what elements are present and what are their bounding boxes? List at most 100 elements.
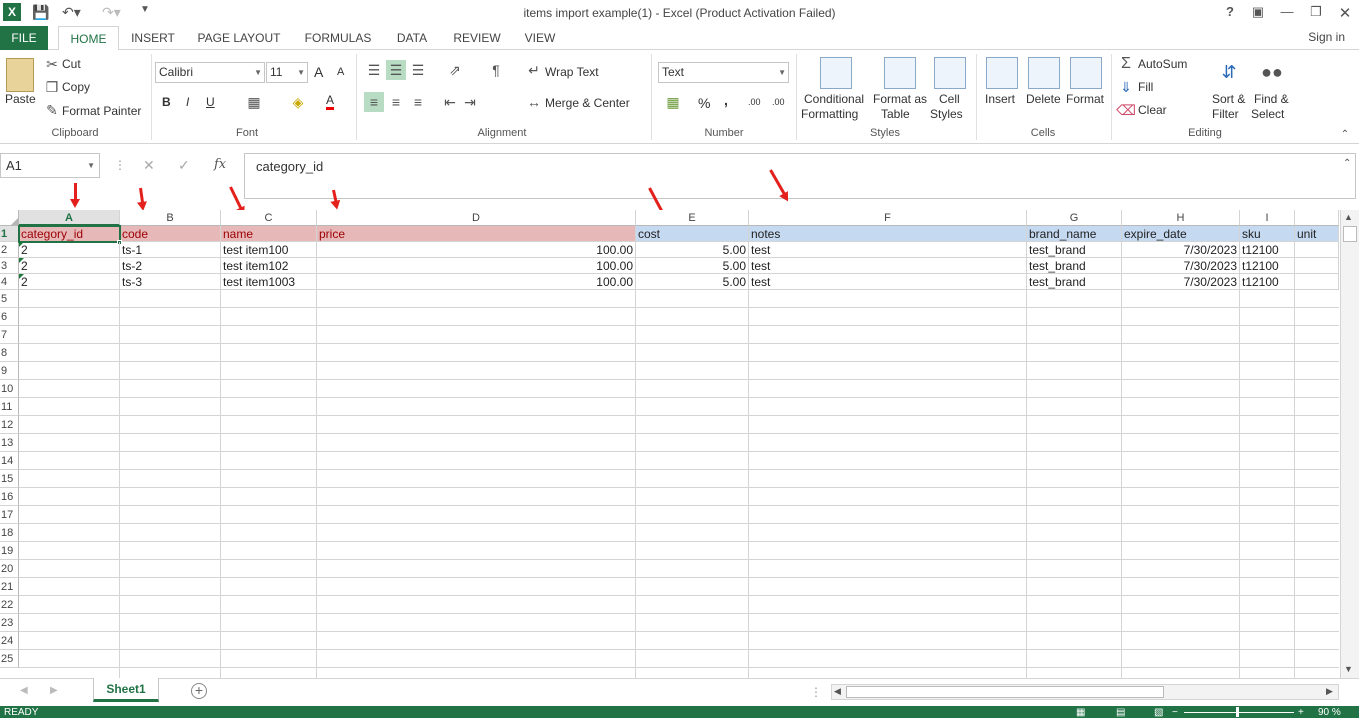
wrap-text-button[interactable]: Wrap Text xyxy=(545,65,599,79)
cell-b4[interactable]: ts-3 xyxy=(120,274,221,290)
row-header[interactable]: 10 xyxy=(0,380,19,398)
align-bottom-icon[interactable]: ☰ xyxy=(408,60,428,80)
cell-styles-label-2[interactable]: Styles xyxy=(930,107,963,121)
row-header[interactable]: 25 xyxy=(0,650,19,668)
format-as-table-icon[interactable] xyxy=(884,57,916,89)
increase-decimal-button[interactable]: .00 xyxy=(748,97,761,107)
cell-e4[interactable]: 5.00 xyxy=(636,274,749,290)
cell-f4[interactable]: test xyxy=(749,274,1027,290)
grow-font-button[interactable]: A xyxy=(314,64,323,80)
italic-button[interactable]: I xyxy=(186,95,189,109)
delete-cells-button[interactable]: Delete xyxy=(1026,92,1061,106)
row-header[interactable]: 15 xyxy=(0,470,19,488)
shrink-font-button[interactable]: A xyxy=(337,66,344,78)
cell-styles-label-1[interactable]: Cell xyxy=(939,92,960,106)
format-cells-icon[interactable] xyxy=(1070,57,1102,89)
decrease-decimal-button[interactable]: .00 xyxy=(772,97,785,107)
col-header-e[interactable]: E xyxy=(636,210,749,226)
cell-d2[interactable]: 100.00 xyxy=(317,242,636,258)
cell-j1[interactable]: unit xyxy=(1295,226,1339,242)
sort-filter-label-1[interactable]: Sort & xyxy=(1212,92,1245,106)
fill-color-icon[interactable]: ◈ xyxy=(290,94,306,110)
find-select-label-2[interactable]: Select xyxy=(1251,107,1284,121)
row-header[interactable]: 23 xyxy=(0,614,19,632)
cell-j3[interactable] xyxy=(1295,258,1339,274)
col-header-j[interactable] xyxy=(1295,210,1339,226)
row-header[interactable]: 4 xyxy=(0,274,19,290)
fill-button[interactable]: Fill xyxy=(1138,80,1153,94)
col-header-f[interactable]: F xyxy=(749,210,1027,226)
row-header[interactable]: 22 xyxy=(0,596,19,614)
cell-h1[interactable]: expire_date xyxy=(1122,226,1240,242)
tab-insert[interactable]: INSERT xyxy=(124,26,182,50)
row-header[interactable]: 7 xyxy=(0,326,19,344)
name-box[interactable]: A1 ▼ xyxy=(0,153,100,178)
cell-g1[interactable]: brand_name xyxy=(1027,226,1122,242)
worksheet-grid[interactable]: A B C D E F G H I 1 2 3 4 5 6 7 8 9 10 1… xyxy=(0,210,1339,678)
col-header-i[interactable]: I xyxy=(1240,210,1295,226)
col-header-h[interactable]: H xyxy=(1122,210,1240,226)
conditional-formatting-label-1[interactable]: Conditional xyxy=(804,92,864,106)
font-color-button[interactable]: A xyxy=(326,94,335,110)
clear-button[interactable]: Clear xyxy=(1138,103,1167,117)
empty-rows[interactable] xyxy=(19,290,1339,678)
row-header[interactable]: 21 xyxy=(0,578,19,596)
tab-page-layout[interactable]: PAGE LAYOUT xyxy=(190,26,288,50)
minimize-icon[interactable]: — xyxy=(1275,4,1299,19)
cell-d3[interactable]: 100.00 xyxy=(317,258,636,274)
increase-indent-icon[interactable]: ⇥ xyxy=(460,92,480,112)
scroll-thumb[interactable] xyxy=(1343,226,1357,242)
row-header[interactable]: 20 xyxy=(0,560,19,578)
cell-i3[interactable]: t12100 xyxy=(1240,258,1295,274)
formula-input[interactable]: category_id xyxy=(244,153,1356,199)
cell-b2[interactable]: ts-1 xyxy=(120,242,221,258)
row-header[interactable]: 13 xyxy=(0,434,19,452)
bold-button[interactable]: B xyxy=(162,95,171,109)
paste-icon[interactable] xyxy=(6,58,34,92)
tab-view[interactable]: VIEW xyxy=(516,26,564,50)
tab-review[interactable]: REVIEW xyxy=(446,26,508,50)
zoom-slider-thumb[interactable] xyxy=(1236,707,1239,717)
scroll-down-icon[interactable]: ▼ xyxy=(1344,664,1353,674)
ribbon-display-icon[interactable]: ▣ xyxy=(1246,4,1270,20)
row-header[interactable]: 9 xyxy=(0,362,19,380)
cell-i1[interactable]: sku xyxy=(1240,226,1295,242)
cell-d4[interactable]: 100.00 xyxy=(317,274,636,290)
sort-filter-icon[interactable]: ⇵ xyxy=(1214,57,1244,87)
row-header[interactable]: 6 xyxy=(0,308,19,326)
orientation-icon[interactable]: ⇗ xyxy=(442,60,468,80)
format-as-table-label-2[interactable]: Table xyxy=(881,107,910,121)
cell-e2[interactable]: 5.00 xyxy=(636,242,749,258)
tab-file[interactable]: FILE xyxy=(0,26,48,50)
format-as-table-label-1[interactable]: Format as xyxy=(873,92,927,106)
horizontal-scrollbar[interactable]: ◀ ▶ xyxy=(831,684,1339,700)
row-header[interactable]: 5 xyxy=(0,290,19,308)
cell-c1[interactable]: name xyxy=(221,226,317,242)
cell-e3[interactable]: 5.00 xyxy=(636,258,749,274)
row-header[interactable]: 16 xyxy=(0,488,19,506)
cell-c3[interactable]: test item102 xyxy=(221,258,317,274)
cell-h2[interactable]: 7/30/2023 xyxy=(1122,242,1240,258)
cell-h3[interactable]: 7/30/2023 xyxy=(1122,258,1240,274)
row-header[interactable]: 3 xyxy=(0,258,19,274)
underline-button[interactable]: U xyxy=(206,95,215,109)
help-button[interactable]: ? xyxy=(1218,4,1242,19)
cell-b1[interactable]: code xyxy=(120,226,221,242)
scroll-right-icon[interactable]: ▶ xyxy=(1326,686,1333,697)
row-header[interactable]: 12 xyxy=(0,416,19,434)
enter-icon[interactable]: ✓ xyxy=(178,157,190,174)
borders-icon[interactable]: ▦ xyxy=(246,94,262,110)
align-right-icon[interactable]: ≡ xyxy=(408,92,428,112)
percent-button[interactable]: % xyxy=(698,95,710,111)
align-left-icon[interactable]: ≡ xyxy=(364,92,384,112)
cancel-icon[interactable]: ✕ xyxy=(143,157,155,174)
decrease-indent-icon[interactable]: ⇤ xyxy=(440,92,460,112)
close-icon[interactable]: ✕ xyxy=(1333,4,1357,22)
scroll-tabs-right-icon[interactable]: ▶ xyxy=(50,685,58,696)
row-header[interactable]: 17 xyxy=(0,506,19,524)
add-sheet-button[interactable]: + xyxy=(191,683,207,699)
cell-j4[interactable] xyxy=(1295,274,1339,290)
binoculars-icon[interactable]: ●● xyxy=(1257,57,1287,87)
collapse-formula-bar-icon[interactable]: ⌃ xyxy=(1343,158,1351,169)
sort-filter-label-2[interactable]: Filter xyxy=(1212,107,1239,121)
